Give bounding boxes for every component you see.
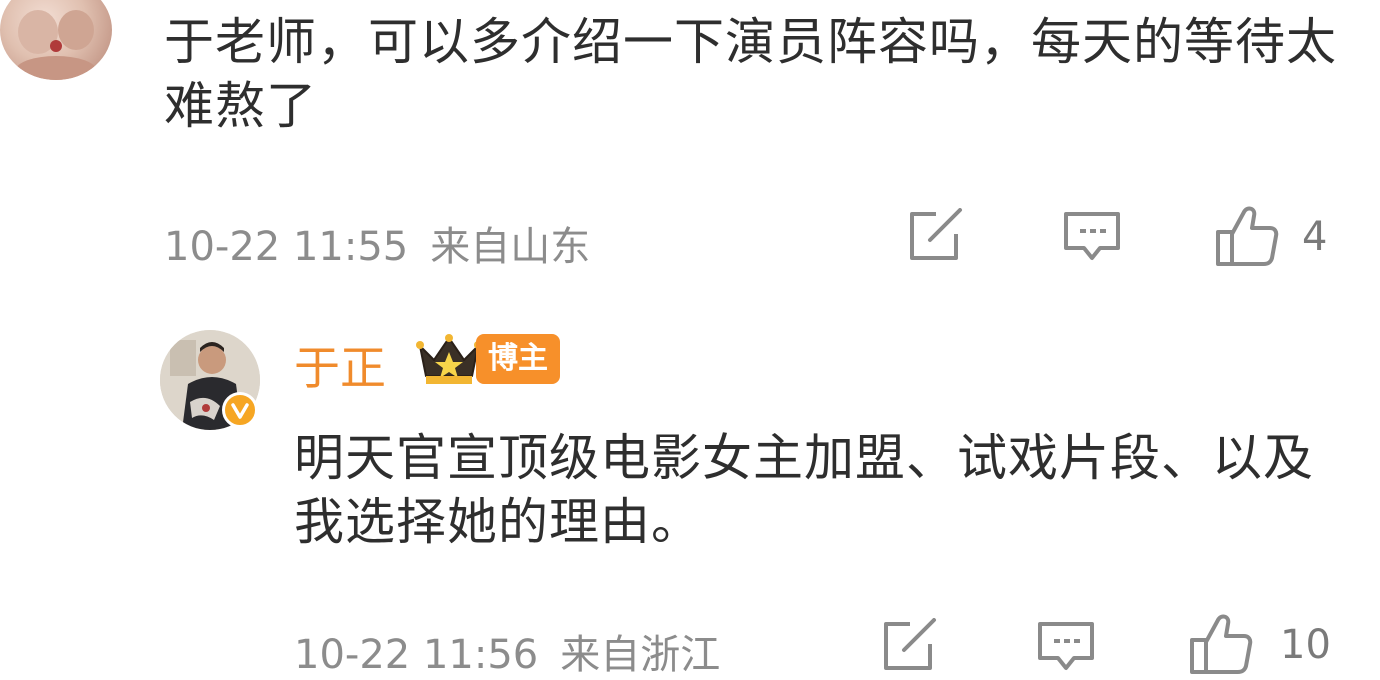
reply-username[interactable]: 于正 xyxy=(294,332,386,398)
comment-time: 10-22 11:55 xyxy=(164,224,409,270)
reply-location: 来自浙江 xyxy=(560,632,721,678)
thumbs-up-icon[interactable] xyxy=(1214,204,1280,268)
like-count: 10 xyxy=(1280,622,1331,668)
avatar-image xyxy=(16,10,96,80)
share-icon[interactable] xyxy=(906,208,966,264)
commenter-avatar[interactable] xyxy=(0,0,112,80)
thumbs-up-icon[interactable] xyxy=(1188,612,1254,674)
comment-icon[interactable] xyxy=(1062,210,1122,266)
comment-meta: 10-22 11:55 来自山东 xyxy=(164,214,590,272)
crown-icon xyxy=(416,334,482,384)
comment-location: 来自山东 xyxy=(430,224,591,270)
reply-time: 10-22 11:56 xyxy=(294,632,539,678)
comment-text: 于老师，可以多介绍一下演员阵容吗，每天的等待太难熬了 xyxy=(164,13,1337,135)
verified-badge-icon xyxy=(222,392,258,428)
comment-icon[interactable] xyxy=(1036,620,1096,674)
reply-text: 明天官宣顶级电影女主加盟、试戏片段、以及我选择她的理由。 xyxy=(294,429,1314,551)
share-icon[interactable] xyxy=(880,618,940,674)
like-count: 4 xyxy=(1302,214,1328,260)
reply-meta: 10-22 11:56 来自浙江 xyxy=(294,622,720,680)
blogger-badge: 博主 xyxy=(476,334,560,384)
